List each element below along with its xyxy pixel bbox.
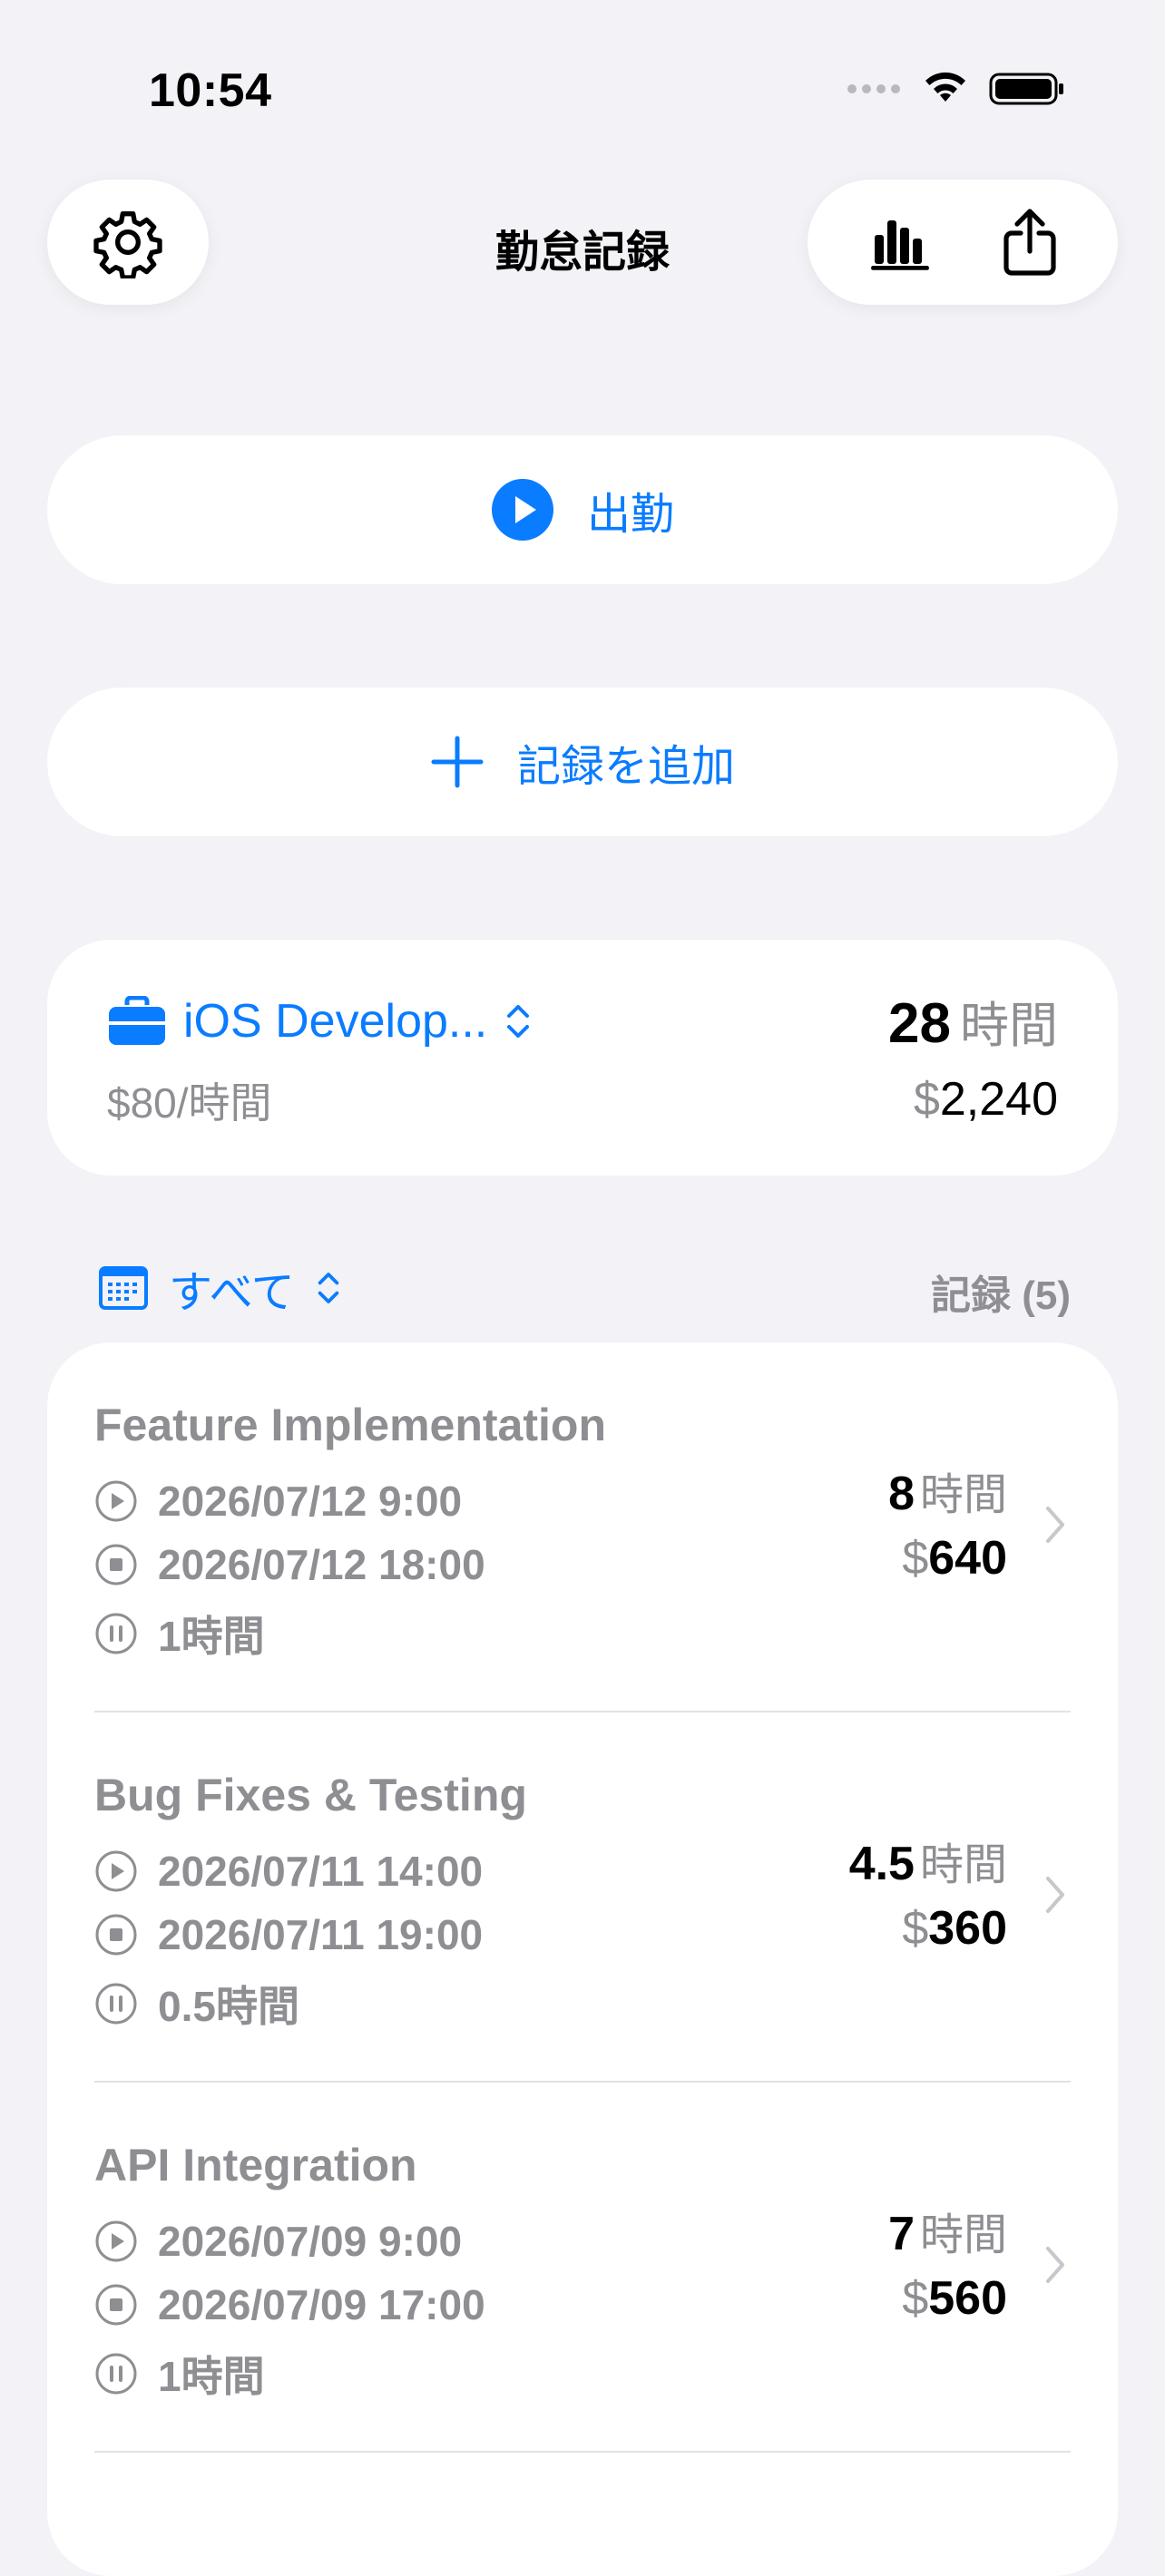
cellular-signal-icon bbox=[847, 84, 900, 93]
record-amount-value: 560 bbox=[928, 2272, 1007, 2325]
battery-icon bbox=[989, 73, 1063, 105]
record-break: 1時間 bbox=[94, 1604, 265, 1664]
record-hours: 8 時間 bbox=[888, 1459, 1007, 1522]
pause-circle-icon bbox=[95, 2353, 137, 2395]
chevron-up-down-icon bbox=[318, 1273, 338, 1303]
record-break-duration: 0.5時間 bbox=[158, 1983, 299, 2030]
records-count: 記録 (5) bbox=[931, 1273, 1071, 1318]
status-time: 10:54 bbox=[149, 64, 272, 117]
play-circle-icon bbox=[95, 2220, 137, 2262]
pause-circle-icon bbox=[95, 1983, 137, 2025]
record-amount-value: 360 bbox=[928, 1902, 1007, 1955]
currency-symbol: $ bbox=[902, 1532, 929, 1585]
record-end: 2026/07/11 19:00 bbox=[94, 1910, 483, 1959]
record-row[interactable]: Bug Fixes & Testing 2026/07/11 14:00 202… bbox=[47, 1712, 1118, 2083]
record-hours-unit: 時間 bbox=[919, 1841, 1007, 1889]
record-title: API Integration bbox=[94, 2140, 417, 2191]
record-amount-value: 640 bbox=[928, 1532, 1007, 1585]
record-start-time: 2026/07/11 14:00 bbox=[158, 1848, 484, 1895]
stop-circle-icon bbox=[95, 1544, 137, 1586]
project-summary-card: iOS Develop... $80/時間 28 時間 $ 2,240 bbox=[47, 940, 1118, 1176]
record-hours-value: 4.5 bbox=[848, 1838, 915, 1890]
record-hours: 4.5 時間 bbox=[849, 1829, 1007, 1892]
pause-circle-icon bbox=[95, 1613, 137, 1654]
record-start-time: 2026/07/09 9:00 bbox=[158, 2218, 463, 2265]
chart-bar-icon bbox=[870, 220, 929, 270]
record-end-time: 2026/07/11 19:00 bbox=[158, 1911, 484, 1958]
status-icons bbox=[847, 71, 1065, 107]
record-start: 2026/07/09 9:00 bbox=[94, 2217, 462, 2266]
hourly-rate: $80/時間 bbox=[107, 1079, 272, 1127]
record-end: 2026/07/12 18:00 bbox=[94, 1540, 485, 1589]
statistics-button[interactable] bbox=[867, 213, 936, 271]
divider bbox=[94, 2451, 1071, 2453]
record-row[interactable]: Feature Implementation 2026/07/12 9:00 2… bbox=[47, 1342, 1118, 1712]
record-title: Feature Implementation bbox=[94, 1400, 606, 1450]
records-list: Feature Implementation 2026/07/12 9:00 2… bbox=[47, 1342, 1118, 2576]
record-start: 2026/07/11 14:00 bbox=[94, 1847, 483, 1896]
record-hours-value: 7 bbox=[888, 2208, 915, 2260]
chevron-up-down-icon bbox=[507, 1005, 530, 1038]
play-circle-icon bbox=[95, 1480, 137, 1522]
record-hours-unit: 時間 bbox=[919, 1471, 1007, 1519]
share-button[interactable] bbox=[1001, 206, 1059, 278]
share-icon bbox=[1003, 209, 1056, 276]
total-amount: $ 2,240 bbox=[914, 1072, 1058, 1127]
record-amount: $ 560 bbox=[902, 2271, 1007, 2326]
filter-label: すべて bbox=[169, 1269, 295, 1317]
add-record-button[interactable]: 記録を追加 bbox=[47, 688, 1118, 836]
currency-symbol: $ bbox=[902, 2272, 929, 2325]
clock-in-label: 出勤 bbox=[586, 491, 674, 539]
chevron-right-icon bbox=[1046, 2247, 1064, 2283]
project-picker[interactable]: iOS Develop... bbox=[107, 994, 533, 1049]
add-record-label: 記録を追加 bbox=[516, 743, 735, 791]
record-start: 2026/07/12 9:00 bbox=[94, 1477, 462, 1526]
record-amount: $ 360 bbox=[902, 1901, 1007, 1956]
plus-icon bbox=[431, 736, 484, 788]
play-circle-icon bbox=[491, 479, 553, 541]
stop-circle-icon bbox=[95, 2284, 137, 2326]
record-hours-unit: 時間 bbox=[919, 2211, 1007, 2259]
record-hours: 7 時間 bbox=[888, 2199, 1007, 2262]
briefcase-icon bbox=[109, 996, 165, 1045]
toolbar-group bbox=[808, 180, 1118, 305]
record-start-time: 2026/07/12 9:00 bbox=[158, 1478, 463, 1525]
record-title: Bug Fixes & Testing bbox=[94, 1770, 527, 1820]
period-filter[interactable]: すべて bbox=[98, 1256, 342, 1320]
play-circle-icon bbox=[95, 1850, 137, 1892]
record-break-duration: 1時間 bbox=[158, 1613, 265, 1660]
calendar-icon bbox=[99, 1266, 148, 1310]
record-row[interactable]: API Integration 2026/07/09 9:00 2026/07/… bbox=[47, 2083, 1118, 2453]
record-amount: $ 640 bbox=[902, 1531, 1007, 1586]
record-break: 1時間 bbox=[94, 2344, 265, 2404]
clock-in-button[interactable]: 出勤 bbox=[47, 435, 1118, 584]
record-break-duration: 1時間 bbox=[158, 2353, 265, 2400]
chevron-right-icon bbox=[1046, 1507, 1064, 1543]
project-name: iOS Develop... bbox=[183, 995, 488, 1048]
currency-symbol: $ bbox=[902, 1902, 929, 1955]
stop-circle-icon bbox=[95, 1914, 137, 1956]
currency-symbol: $ bbox=[913, 1073, 940, 1126]
record-break: 0.5時間 bbox=[94, 1974, 299, 2034]
chevron-right-icon bbox=[1046, 1877, 1064, 1913]
total-hours: 28 時間 bbox=[888, 985, 1058, 1057]
total-hours-value: 28 bbox=[888, 992, 951, 1055]
total-amount-value: 2,240 bbox=[939, 1073, 1058, 1126]
record-hours-value: 8 bbox=[888, 1468, 915, 1520]
wifi-icon bbox=[925, 72, 965, 102]
record-end-time: 2026/07/09 17:00 bbox=[158, 2281, 485, 2328]
total-hours-unit: 時間 bbox=[960, 999, 1058, 1053]
record-end-time: 2026/07/12 18:00 bbox=[158, 1541, 485, 1588]
record-end: 2026/07/09 17:00 bbox=[94, 2280, 485, 2329]
